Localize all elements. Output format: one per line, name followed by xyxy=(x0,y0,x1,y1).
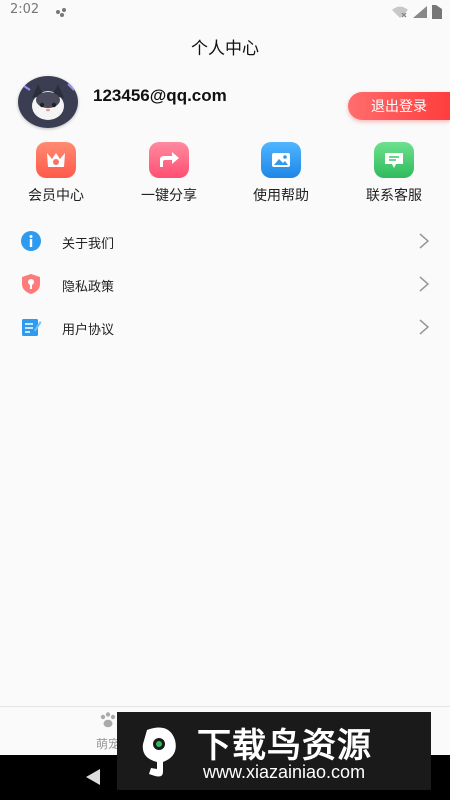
notification-dots-icon xyxy=(56,8,70,17)
menu-item-about-us[interactable]: 关于我们 xyxy=(0,220,450,263)
quick-action-customer-service[interactable]: 联系客服 xyxy=(338,142,450,205)
bird-logo-icon xyxy=(142,727,176,777)
shield-icon xyxy=(22,274,40,294)
quick-action-label: 会员中心 xyxy=(28,188,84,204)
user-email: 123456@qq.com xyxy=(93,86,227,105)
message-icon xyxy=(374,142,414,178)
quick-action-help[interactable]: 使用帮助 xyxy=(225,142,337,205)
page-title: 个人中心 xyxy=(191,39,259,59)
logout-button[interactable]: 退出登录 xyxy=(348,92,450,120)
quick-action-label: 联系客服 xyxy=(366,188,422,204)
quick-actions: 会员中心 一键分享 使用帮助 联系客服 xyxy=(0,142,450,212)
watermark-banner: 下载鸟资源 www.xiazainiao.com xyxy=(117,712,431,790)
menu-item-label: 用户协议 xyxy=(62,323,115,338)
back-icon[interactable] xyxy=(84,767,102,787)
menu-item-privacy-policy[interactable]: 隐私政策 xyxy=(0,263,450,306)
quick-action-label: 使用帮助 xyxy=(253,188,309,204)
wifi-off-icon xyxy=(392,6,408,18)
quick-action-member-center[interactable]: 会员中心 xyxy=(0,142,112,205)
quick-action-label: 一键分享 xyxy=(141,188,197,204)
crown-icon xyxy=(36,142,76,178)
signal-icon xyxy=(413,6,427,18)
chevron-right-icon xyxy=(419,233,430,249)
document-icon xyxy=(22,319,42,336)
status-time: 2:02 xyxy=(10,2,40,17)
settings-menu: 关于我们 隐私政策 用户协议 xyxy=(0,220,450,349)
chevron-right-icon xyxy=(419,276,430,292)
avatar[interactable] xyxy=(18,76,78,128)
menu-item-user-agreement[interactable]: 用户协议 xyxy=(0,306,450,349)
menu-item-label: 隐私政策 xyxy=(62,280,115,295)
info-icon xyxy=(21,231,41,251)
watermark-title: 下载鸟资源 xyxy=(197,726,372,766)
chevron-right-icon xyxy=(419,319,430,335)
paw-icon xyxy=(100,712,116,728)
image-icon xyxy=(261,142,301,178)
status-bar: 2:02 xyxy=(0,0,450,24)
watermark-url: www.xiazainiao.com xyxy=(203,762,366,782)
battery-icon xyxy=(432,5,442,19)
status-icons xyxy=(392,5,442,19)
share-icon xyxy=(149,142,189,178)
quick-action-share[interactable]: 一键分享 xyxy=(113,142,225,205)
menu-item-label: 关于我们 xyxy=(62,237,115,252)
